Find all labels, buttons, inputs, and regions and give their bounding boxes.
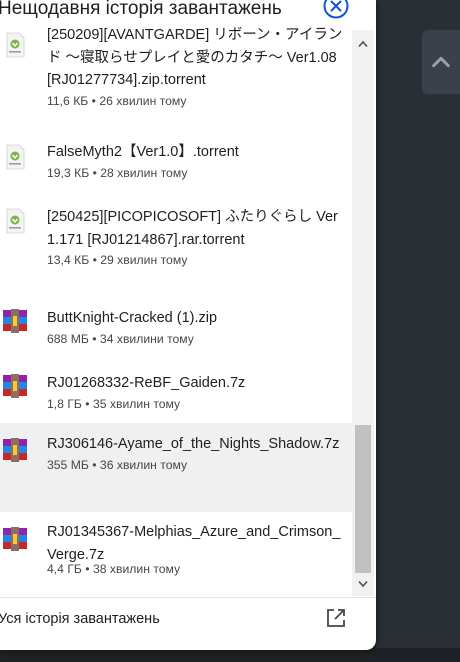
full-history-link[interactable]: Уся історія завантажень xyxy=(0,598,376,640)
scroll-down-button[interactable] xyxy=(352,576,374,592)
scrollbar-thumb[interactable] xyxy=(355,425,371,573)
scroll-up-button[interactable] xyxy=(352,36,374,52)
download-item[interactable]: RJ01268332-ReBF_Gaiden.7z 1,8 ГБ • 35 хв… xyxy=(0,325,352,411)
download-item-filename: [250425][PICOPICOSOFT] ふたりぐらし Ver1.171 [… xyxy=(47,209,338,248)
chevron-up-icon xyxy=(432,56,450,68)
download-item-text: RJ01268332-ReBF_Gaiden.7z 1,8 ГБ • 35 хв… xyxy=(47,372,343,413)
chevron-down-icon xyxy=(358,580,368,588)
torrent-file-icon xyxy=(2,144,28,170)
download-item-meta: 355 МБ • 36 хвилин тому xyxy=(47,457,188,472)
downloads-popup: Нещодавня історія завантажень [250209][A… xyxy=(0,0,376,650)
open-in-new-icon[interactable] xyxy=(325,607,347,629)
download-item-filename: RJ01268332-ReBF_Gaiden.7z xyxy=(47,375,246,391)
download-item[interactable]: [250425][PICOPICOSOFT] ふたりぐらし Ver1.171 [… xyxy=(0,168,352,267)
download-item-meta: 1,8 ГБ • 35 хвилин тому xyxy=(47,396,181,411)
popup-title: Нещодавня історія завантажень xyxy=(0,0,282,19)
winrar-archive-icon xyxy=(2,437,28,463)
download-item-filename: [250209][AVANTGARDE] リボーン・アイランド 〜寝取らせプレイ… xyxy=(47,27,343,88)
download-item[interactable]: ButtKnight-Cracked (1).zip 688 МБ • 34 х… xyxy=(0,260,352,346)
download-item-meta: 4,4 ГБ • 38 хвилин тому xyxy=(47,562,181,576)
download-item-text: [250209][AVANTGARDE] リボーン・アイランド 〜寝取らせプレイ… xyxy=(47,26,343,110)
download-item-filename: FalseMyth2【Ver1.0】.torrent xyxy=(47,144,239,160)
full-history-label: Уся історія завантажень xyxy=(0,611,160,627)
download-item-meta: 11,6 КБ • 26 хвилин тому xyxy=(47,93,187,108)
close-icon xyxy=(323,0,349,19)
torrent-file-icon xyxy=(2,32,28,58)
popup-header: Нещодавня історія завантажень xyxy=(0,0,376,26)
download-item[interactable]: RJ01345367-Melphias_Azure_and_Crimson_Ve… xyxy=(0,512,352,594)
close-button[interactable] xyxy=(322,0,350,20)
torrent-file-icon xyxy=(2,208,28,234)
download-item-text: RJ306146-Ayame_of_the_Nights_Shadow.7z 3… xyxy=(47,433,343,474)
winrar-archive-icon xyxy=(2,373,28,399)
downloads-list: [250209][AVANTGARDE] リボーン・アイランド 〜寝取らせプレイ… xyxy=(0,26,352,594)
download-item-text: RJ01345367-Melphias_Azure_and_Crimson_Ve… xyxy=(47,521,343,578)
browser-background-bottom xyxy=(376,648,460,662)
chevron-up-icon xyxy=(358,40,368,48)
download-item[interactable]: FalseMyth2【Ver1.0】.torrent 19,3 КБ • 28 … xyxy=(0,110,352,180)
scroll-to-top-button[interactable] xyxy=(422,30,460,94)
winrar-archive-icon xyxy=(2,526,28,552)
download-item[interactable]: [250209][AVANTGARDE] リボーン・アイランド 〜寝取らせプレイ… xyxy=(0,26,352,110)
browser-background xyxy=(376,0,460,662)
download-item-filename: RJ306146-Ayame_of_the_Nights_Shadow.7z xyxy=(47,436,340,452)
download-item[interactable]: RJ306146-Ayame_of_the_Nights_Shadow.7z 3… xyxy=(0,423,352,512)
